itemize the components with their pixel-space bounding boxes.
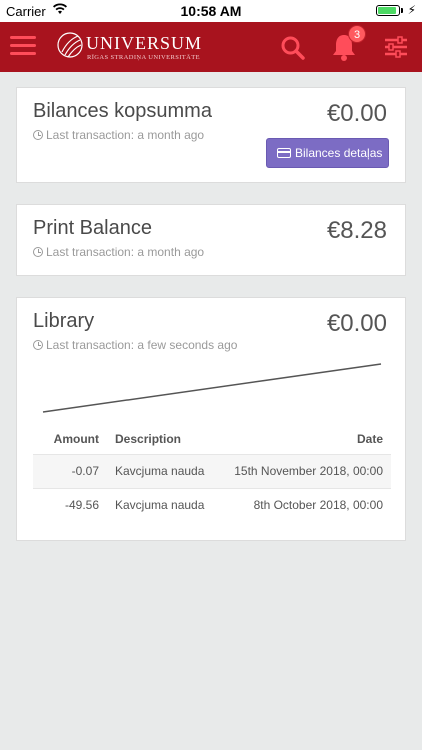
card-title: Print Balance [33, 217, 152, 239]
table-row: -0.07 Kavcjuma nauda 15th November 2018,… [33, 453, 391, 488]
row-amount: -0.07 [33, 453, 107, 488]
charging-icon: ⚡ [407, 3, 416, 17]
hamburger-menu-icon[interactable] [10, 36, 36, 58]
print-balance-card: Print Balance €8.28 Last transaction: a … [16, 204, 406, 276]
battery-tip [401, 8, 403, 13]
last-transaction: Last transaction: a month ago [33, 245, 204, 259]
last-transaction: Last transaction: a month ago [33, 128, 204, 142]
last-transaction-text: Last transaction: a few seconds ago [46, 338, 238, 352]
transactions-table: Amount Description Date -0.07 Kavcjuma n… [33, 424, 391, 522]
clock-icon [33, 130, 43, 140]
balance-details-label: Bilances detaļas [295, 146, 383, 160]
row-description: Kavcjuma nauda [107, 487, 227, 522]
balance-total-card: Bilances kopsumma €0.00 Last transaction… [16, 87, 406, 183]
row-description: Kavcjuma nauda [107, 453, 227, 488]
sliders-icon[interactable] [384, 36, 408, 58]
card-amount: €0.00 [326, 100, 387, 127]
card-amount: €8.28 [326, 217, 387, 244]
logo-name: UNIVERSUM [86, 33, 203, 53]
status-bar: Carrier 10:58 AM ⚡ [0, 0, 422, 22]
last-transaction-text: Last transaction: a month ago [46, 128, 205, 142]
card-amount: €0.00 [326, 310, 387, 337]
last-transaction-text: Last transaction: a month ago [46, 245, 205, 259]
column-header-amount: Amount [53, 431, 99, 446]
card-title: Library [33, 310, 95, 332]
clock-icon [33, 247, 43, 257]
row-amount: -49.56 [33, 487, 107, 522]
table-header-row: Amount Description Date [33, 424, 391, 454]
app-header: UNIVERSUM RĪGAS STRADIŅA UNIVERSITĀTE 3 [0, 22, 422, 72]
table-row: -49.56 Kavcjuma nauda 8th October 2018, … [33, 487, 391, 522]
search-icon[interactable] [280, 35, 306, 61]
clock-time: 10:58 AM [180, 3, 242, 19]
card-title: Bilances kopsumma [33, 100, 212, 122]
column-header-date: Date [356, 431, 383, 446]
row-date: 8th October 2018, 00:00 [227, 487, 391, 522]
university-logo: UNIVERSUM RĪGAS STRADIŅA UNIVERSITĀTE [56, 30, 206, 64]
clock-icon [33, 340, 43, 350]
last-transaction: Last transaction: a few seconds ago [33, 338, 237, 352]
library-card: Library €0.00 Last transaction: a few se… [16, 297, 406, 541]
notification-badge: 3 [348, 25, 366, 43]
row-date: 15th November 2018, 00:00 [227, 453, 391, 488]
balance-trend-line [42, 363, 382, 413]
logo-subtitle: RĪGAS STRADIŅA UNIVERSITĀTE [87, 54, 200, 61]
credit-card-icon [277, 148, 291, 158]
logo-emblem-icon [57, 32, 83, 58]
battery-icon [376, 5, 400, 16]
column-header-description: Description [115, 431, 182, 446]
balance-details-button[interactable]: Bilances detaļas [266, 138, 389, 168]
